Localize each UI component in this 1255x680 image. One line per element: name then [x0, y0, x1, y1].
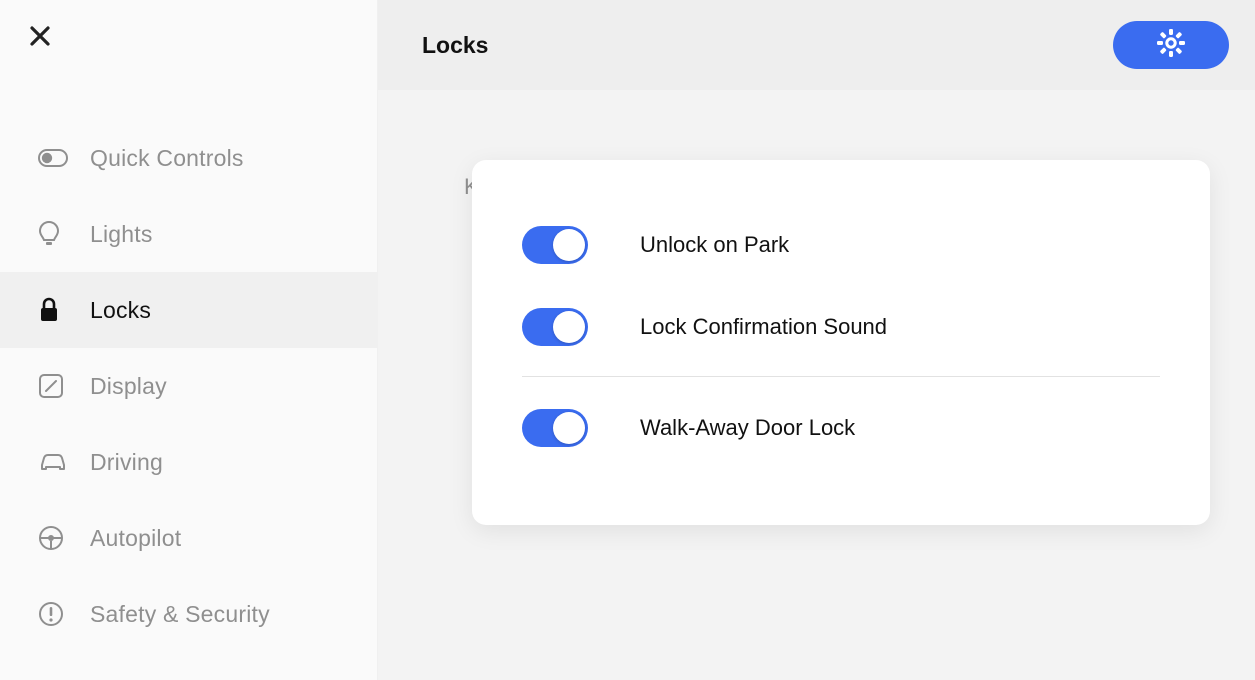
steering-wheel-icon: [38, 524, 72, 552]
car-icon: [38, 448, 72, 476]
sidebar-items: Quick Controls Lights Locks Display Driv: [0, 0, 377, 652]
lock-icon: [38, 296, 72, 324]
settings-button[interactable]: [1113, 21, 1229, 69]
setting-label: Lock Confirmation Sound: [640, 314, 887, 340]
alert-circle-icon: [38, 600, 72, 628]
content-area: K Unlock on Park Lock Confirmation Sound: [378, 90, 1255, 680]
toggle-knob: [553, 412, 585, 444]
sidebar-item-label: Driving: [90, 449, 163, 476]
sidebar-item-label: Quick Controls: [90, 145, 244, 172]
divider: [522, 376, 1160, 377]
sidebar: Quick Controls Lights Locks Display Driv: [0, 0, 378, 680]
toggle-lock-confirmation-sound[interactable]: [522, 308, 588, 346]
sidebar-item-quick-controls[interactable]: Quick Controls: [0, 120, 377, 196]
bulb-icon: [38, 220, 72, 248]
main-panel: Locks K: [378, 0, 1255, 680]
setting-label: Unlock on Park: [640, 232, 789, 258]
gear-icon: [1156, 28, 1186, 63]
setting-row-unlock-on-park: Unlock on Park: [522, 204, 1160, 286]
toggle-knob: [553, 311, 585, 343]
close-icon: [29, 25, 51, 52]
sidebar-item-lights[interactable]: Lights: [0, 196, 377, 272]
close-button[interactable]: [26, 24, 54, 52]
toggle-unlock-on-park[interactable]: [522, 226, 588, 264]
toggle-knob: [553, 229, 585, 261]
sidebar-item-label: Display: [90, 373, 167, 400]
sidebar-item-display[interactable]: Display: [0, 348, 377, 424]
display-icon: [38, 372, 72, 400]
toggle-walk-away-door-lock[interactable]: [522, 409, 588, 447]
setting-row-walk-away-door-lock: Walk-Away Door Lock: [522, 387, 1160, 469]
setting-row-lock-confirmation-sound: Lock Confirmation Sound: [522, 286, 1160, 368]
pill-icon: [38, 144, 72, 172]
sidebar-item-label: Safety & Security: [90, 601, 270, 628]
page-title: Locks: [422, 32, 488, 59]
locks-settings-card: Unlock on Park Lock Confirmation Sound W…: [472, 160, 1210, 525]
sidebar-item-label: Locks: [90, 297, 151, 324]
header: Locks: [378, 0, 1255, 90]
sidebar-item-driving[interactable]: Driving: [0, 424, 377, 500]
sidebar-item-label: Autopilot: [90, 525, 181, 552]
sidebar-item-autopilot[interactable]: Autopilot: [0, 500, 377, 576]
sidebar-item-safety-security[interactable]: Safety & Security: [0, 576, 377, 652]
setting-label: Walk-Away Door Lock: [640, 415, 855, 441]
sidebar-item-label: Lights: [90, 221, 153, 248]
sidebar-item-locks[interactable]: Locks: [0, 272, 377, 348]
